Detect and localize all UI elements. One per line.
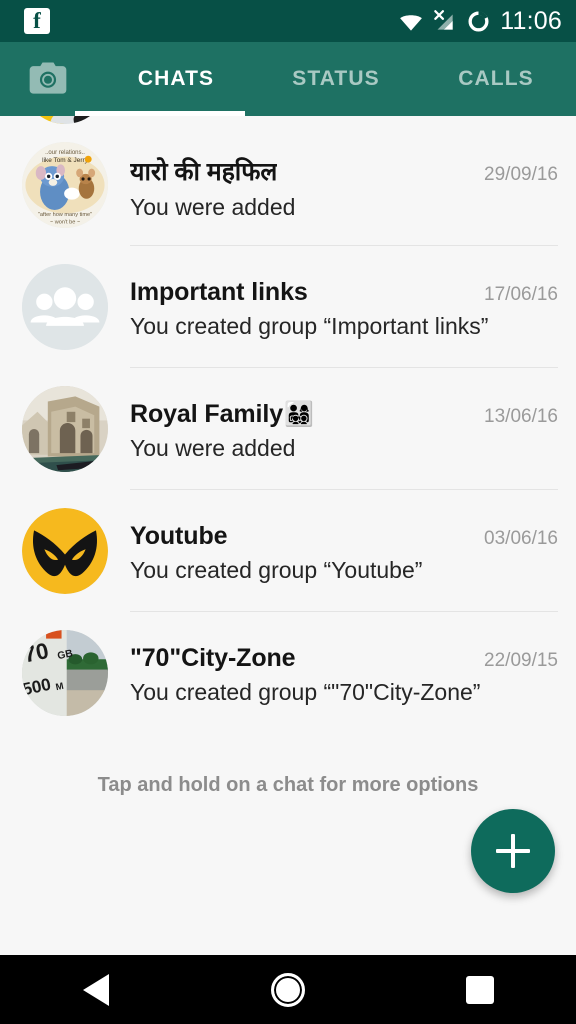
avatar	[22, 264, 108, 350]
chat-subtitle: You were added	[130, 193, 296, 220]
chat-item-meta: यारो की महफिल 29/09/16 You were added	[130, 124, 558, 246]
chat-list-item[interactable]: Youtube 03/06/16 You created group “Yout…	[0, 490, 576, 612]
chat-list-item[interactable]: 70 GB 500 M "70"City-Zone 22/09/15 You c…	[0, 612, 576, 734]
avatar	[22, 116, 108, 124]
chat-title-line: Important links 17/06/16	[130, 278, 558, 307]
camera-icon[interactable]	[0, 42, 96, 116]
avatar: ..our relations.. like Tom & Jerry "afte…	[22, 142, 108, 228]
chat-title-line: यारो की महफिल 29/09/16	[130, 154, 558, 188]
avatar: 70 GB 500 M	[22, 630, 108, 716]
chat-date: 03/06/16	[484, 528, 558, 549]
chat-list-item[interactable]: ..our relations.. like Tom & Jerry "afte…	[0, 124, 576, 246]
chat-subtitle: You were added	[130, 435, 296, 461]
facebook-icon	[24, 8, 50, 34]
wifi-icon	[398, 9, 423, 33]
family-emoji: 👨‍👩‍👧‍👦	[284, 401, 314, 428]
chat-item-meta: "70"City-Zone 22/09/15 You created group…	[130, 612, 558, 734]
chat-item-meta: Royal Family 👨‍👩‍👧‍👦 13/06/16 You were a…	[130, 368, 558, 490]
chat-title-line: Royal Family 👨‍👩‍👧‍👦 13/06/16	[130, 400, 558, 429]
chat-date: 22/09/15	[484, 650, 558, 671]
nav-home-button[interactable]	[228, 955, 348, 1024]
chat-title: "70"City-Zone	[130, 644, 296, 672]
avatar	[22, 508, 108, 594]
chat-title: Royal Family	[130, 400, 284, 428]
list-hint-text: Tap and hold on a chat for more options	[97, 774, 479, 796]
plus-icon	[496, 834, 530, 868]
new-chat-fab[interactable]	[471, 809, 555, 893]
chat-title: Important links	[130, 278, 308, 306]
svg-text:..our relations..: ..our relations..	[45, 150, 85, 156]
chat-title-line: Youtube 03/06/16	[130, 522, 558, 551]
status-bar: 11:06	[0, 0, 576, 42]
chat-date: 29/09/16	[484, 163, 558, 185]
chat-list-item[interactable]: Important links 17/06/16 You created gro…	[0, 246, 576, 368]
chat-subtitle: You created group “Youtube”	[130, 557, 423, 583]
chat-item-meta: Youtube 03/06/16 You created group “Yout…	[130, 490, 558, 612]
tab-calls[interactable]: CALLS	[416, 42, 576, 116]
svg-text:70: 70	[22, 638, 51, 668]
chat-title: Youtube	[130, 522, 228, 550]
whatsapp-screen: 11:06 CHATS STATUS CALLS	[0, 0, 576, 1024]
avatar	[22, 386, 108, 472]
cell-signal-no-sim-icon	[431, 8, 457, 34]
chat-list-row-partial[interactable]	[0, 116, 576, 124]
chat-title: यारो की महफिल	[130, 157, 278, 186]
back-icon	[83, 973, 109, 1006]
chat-subtitle: You created group “"70"City-Zone”	[130, 679, 481, 705]
chat-item-meta: Important links 17/06/16 You created gro…	[130, 246, 558, 368]
status-bar-clock: 11:06	[500, 6, 562, 35]
chat-date: 17/06/16	[484, 284, 558, 305]
svg-text:~ won't be ~: ~ won't be ~	[50, 220, 80, 226]
home-icon	[271, 972, 305, 1007]
svg-text:like Tom & Jerry: like Tom & Jerry	[42, 157, 88, 164]
status-bar-icons: 11:06	[398, 7, 562, 36]
chat-list-item[interactable]: Royal Family 👨‍👩‍👧‍👦 13/06/16 You were a…	[0, 368, 576, 490]
battery-ring-icon	[466, 9, 491, 34]
android-nav-bar	[0, 955, 576, 1024]
nav-back-button[interactable]	[36, 955, 156, 1024]
recents-icon	[466, 975, 494, 1004]
chat-title-line: "70"City-Zone 22/09/15	[130, 644, 558, 673]
chat-subtitle: You created group “Important links”	[130, 313, 489, 339]
nav-recents-button[interactable]	[420, 955, 540, 1024]
tab-bar: CHATS STATUS CALLS	[0, 42, 576, 116]
tab-status[interactable]: STATUS	[256, 42, 416, 116]
chat-date: 13/06/16	[484, 406, 558, 427]
svg-text:"after how many time": "after how many time"	[38, 212, 92, 218]
tab-chats[interactable]: CHATS	[96, 42, 256, 116]
